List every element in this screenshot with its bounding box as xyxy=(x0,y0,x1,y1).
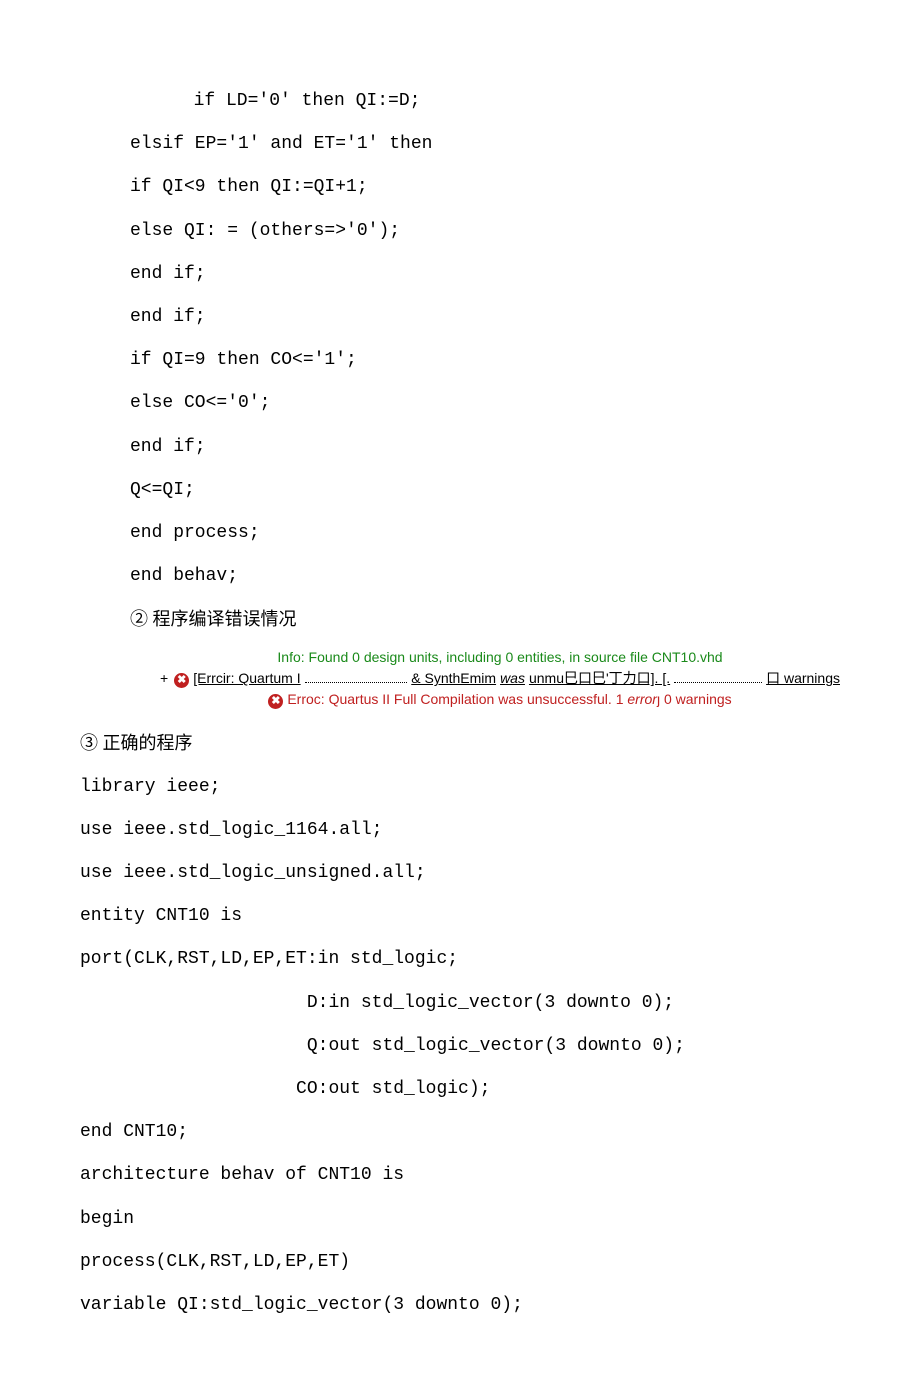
code-line: if QI=9 then CO<='1'; xyxy=(80,339,840,382)
code-line: begin xyxy=(80,1198,840,1241)
code-line: CO:out std_logic); xyxy=(80,1068,840,1111)
section-heading-errors: ② 程序编译错误情况 xyxy=(80,598,840,641)
error-text: Erroc: Quartus II Full Compilation was u… xyxy=(287,689,731,710)
code-line: Q:out std_logic_vector(3 downto 0); xyxy=(80,1025,840,1068)
error-text: & SynthEmim xyxy=(411,668,496,689)
code-line: end if; xyxy=(80,253,840,296)
info-message: Info: Found 0 design units, including 0 … xyxy=(277,647,722,668)
code-line: end behav; xyxy=(80,555,840,598)
code-line: else CO<='0'; xyxy=(80,382,840,425)
code-line: end CNT10; xyxy=(80,1111,840,1154)
code-line: end if; xyxy=(80,296,840,339)
code-line: end process; xyxy=(80,512,840,555)
blank-fill xyxy=(305,668,408,683)
code-line: elsif EP='1' and ET='1' then xyxy=(80,123,840,166)
code-line: library ieee; xyxy=(80,766,840,809)
code-line: use ieee.std_logic_1164.all; xyxy=(80,809,840,852)
error-message-row: ✖ Erroc: Quartus II Full Compilation was… xyxy=(160,689,840,710)
code-line: architecture behav of CNT10 is xyxy=(80,1154,840,1197)
code-line: if LD='0' then QI:=D; xyxy=(80,80,840,123)
code-line: variable QI:std_logic_vector(3 downto 0)… xyxy=(80,1284,840,1327)
code-line: D:in std_logic_vector(3 downto 0); xyxy=(80,982,840,1025)
compiler-messages-panel: Info: Found 0 design units, including 0 … xyxy=(80,647,840,710)
document-page: if LD='0' then QI:=D; elsif EP='1' and E… xyxy=(0,0,920,1387)
error-text: unmu巳口巳'丁力口]. [. xyxy=(529,668,670,689)
code-block-1: if LD='0' then QI:=D; elsif EP='1' and E… xyxy=(80,80,840,598)
code-line: use ieee.std_logic_unsigned.all; xyxy=(80,852,840,895)
code-line: entity CNT10 is xyxy=(80,895,840,938)
code-line: Q<=QI; xyxy=(80,469,840,512)
code-line: if QI<9 then QI:=QI+1; xyxy=(80,166,840,209)
error-badge-icon: ✖ xyxy=(174,673,189,688)
code-line: port(CLK,RST,LD,EP,ET:in std_logic; xyxy=(80,938,840,981)
code-line: else QI: = (others=>'0'); xyxy=(80,210,840,253)
code-line: process(CLK,RST,LD,EP,ET) xyxy=(80,1241,840,1284)
error-badge-icon: ✖ xyxy=(268,694,283,709)
info-message-row: Info: Found 0 design units, including 0 … xyxy=(160,647,840,668)
error-message-row: + ✖ [Errcir: Quartum I & SynthEmim was u… xyxy=(160,668,840,689)
section-heading-correct: ③ 正确的程序 xyxy=(80,722,840,765)
error-text: 口 warnings xyxy=(766,668,840,689)
blank-fill xyxy=(674,668,762,683)
error-text: [Errcir: Quartum I xyxy=(193,668,300,689)
expand-icon[interactable]: + xyxy=(160,668,170,689)
error-text: was xyxy=(500,668,525,689)
code-block-2: library ieee; use ieee.std_logic_1164.al… xyxy=(80,766,840,1327)
code-line: end if; xyxy=(80,426,840,469)
